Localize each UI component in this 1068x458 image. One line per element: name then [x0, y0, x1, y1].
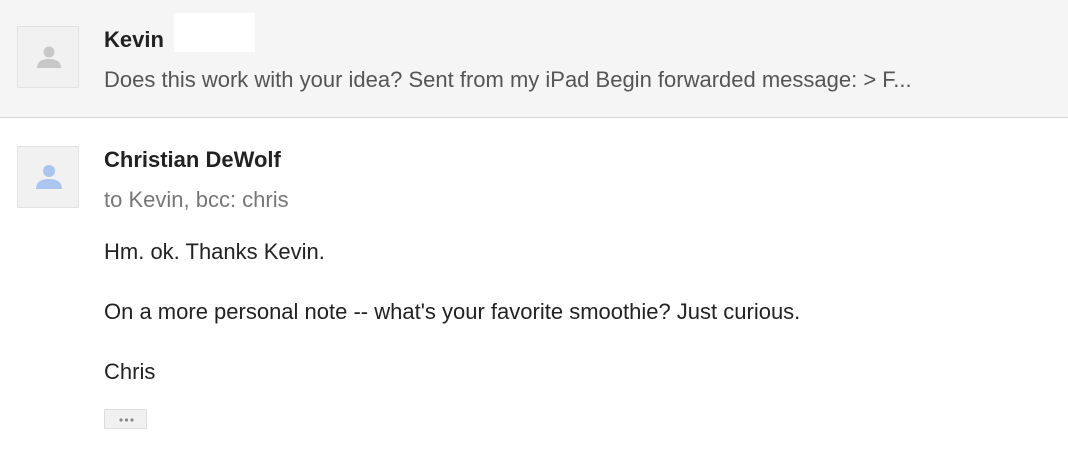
ellipsis-icon [119, 418, 134, 422]
body-line: Hm. ok. Thanks Kevin. [104, 239, 325, 264]
show-trimmed-content-button[interactable] [104, 409, 147, 429]
sender-name[interactable]: Christian DeWolf [104, 147, 281, 173]
signature: Chris [104, 359, 156, 384]
collapsed-message[interactable]: Kevin Does this work with your idea? Sen… [0, 0, 1068, 118]
message-snippet: Does this work with your idea? Sent from… [104, 67, 912, 92]
recipients-summary[interactable]: to Kevin, bcc: chris [104, 187, 289, 213]
email-thread: Kevin Does this work with your idea? Sen… [0, 0, 1068, 458]
body-line: On a more personal note -- what's your f… [104, 299, 801, 324]
redaction-block [174, 13, 255, 52]
sender-avatar[interactable] [17, 146, 79, 208]
default-person-icon [37, 46, 61, 68]
sender-avatar[interactable] [17, 26, 79, 88]
default-person-icon [36, 165, 62, 189]
sender-name: Kevin [104, 27, 164, 52]
